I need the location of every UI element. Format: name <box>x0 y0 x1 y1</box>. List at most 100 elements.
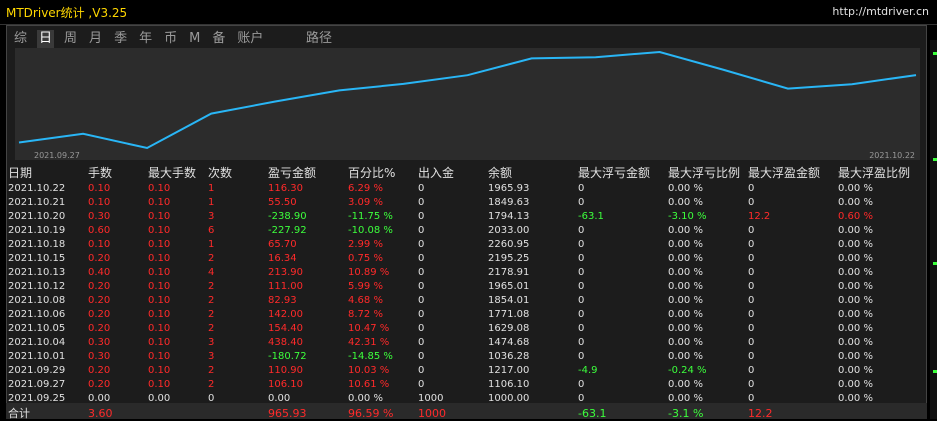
table-cell: 0.20 <box>88 307 148 321</box>
table-row[interactable]: 2021.10.050.200.102154.4010.47 %01629.08… <box>8 321 918 335</box>
table-cell: 0 <box>578 335 668 349</box>
table-cell: 0 <box>418 335 488 349</box>
table-cell: 1000.00 <box>488 391 578 405</box>
table-row[interactable]: 2021.10.040.300.103438.4042.31 %01474.68… <box>8 335 918 349</box>
table-row[interactable]: 2021.10.010.300.103-180.72-14.85 %01036.… <box>8 349 918 363</box>
table-cell: 0.10 <box>148 307 208 321</box>
table-cell: 0 <box>418 377 488 391</box>
table-cell: 3.09 % <box>348 195 418 209</box>
table-row[interactable]: 2021.10.190.600.106-227.92-10.08 %02033.… <box>8 223 918 237</box>
table-cell: 1629.08 <box>488 321 578 335</box>
table-cell: 0 <box>748 293 838 307</box>
table-cell: 116.30 <box>268 181 348 195</box>
table-cell: 0.10 <box>88 237 148 251</box>
table-cell: 10.03 % <box>348 363 418 377</box>
table-row[interactable]: 2021.10.150.200.10216.340.75 %02195.2500… <box>8 251 918 265</box>
table-row[interactable]: 2021.09.290.200.102110.9010.03 %01217.00… <box>8 363 918 377</box>
tab-3[interactable]: 月 <box>87 30 104 48</box>
table-cell: 111.00 <box>268 279 348 293</box>
tab-9[interactable]: 账户 <box>235 30 265 48</box>
table-cell: 2021.10.15 <box>8 251 88 265</box>
col-header-5[interactable]: 百分比% <box>348 164 418 181</box>
table-row[interactable]: 2021.10.200.300.103-238.90-11.75 %01794.… <box>8 209 918 223</box>
website-link[interactable]: http://mtdriver.cn <box>832 5 929 18</box>
table-cell: 0.00 % <box>668 349 748 363</box>
table-cell: 0.20 <box>88 363 148 377</box>
tab-0[interactable]: 综 <box>12 30 29 48</box>
col-header-4[interactable]: 盈亏金额 <box>268 164 348 181</box>
table-row[interactable]: 2021.09.250.000.0000.000.00 %10001000.00… <box>8 391 918 405</box>
table-cell: 0 <box>578 391 668 405</box>
table-cell: 0.00 <box>148 391 208 405</box>
table-cell: 0.00 % <box>838 321 918 335</box>
tab-1[interactable]: 日 <box>37 30 54 48</box>
table-cell: 2 <box>208 251 268 265</box>
table-row[interactable]: 2021.10.180.100.10165.702.99 %02260.9500… <box>8 237 918 251</box>
table-cell: 42.31 % <box>348 335 418 349</box>
table-cell: 1965.93 <box>488 181 578 195</box>
col-header-11[interactable]: 最大浮盈比例 <box>838 164 918 181</box>
table-cell: 0.00 % <box>838 335 918 349</box>
table-cell: 0 <box>418 321 488 335</box>
table-cell: 0.10 <box>148 279 208 293</box>
tab-2[interactable]: 周 <box>62 30 79 48</box>
col-header-10[interactable]: 最大浮盈金额 <box>748 164 838 181</box>
table-row[interactable]: 2021.09.270.200.102106.1010.61 %01106.10… <box>8 377 918 391</box>
table-cell: 0.10 <box>148 349 208 363</box>
table-cell: 0.10 <box>148 195 208 209</box>
table-row[interactable]: 2021.10.130.400.104213.9010.89 %02178.91… <box>8 265 918 279</box>
tab-8[interactable]: 备 <box>210 30 227 48</box>
col-header-0[interactable]: 日期 <box>8 164 88 181</box>
table-cell: 0.00 % <box>838 377 918 391</box>
table-cell: 10.47 % <box>348 321 418 335</box>
table-cell: 0.00 <box>88 391 148 405</box>
table-cell: 5.99 % <box>348 279 418 293</box>
col-header-3[interactable]: 次数 <box>208 164 268 181</box>
table-cell: 0 <box>578 307 668 321</box>
col-header-2[interactable]: 最大手数 <box>148 164 208 181</box>
tab-6[interactable]: 币 <box>162 30 179 48</box>
col-header-1[interactable]: 手数 <box>88 164 148 181</box>
table-cell: 0 <box>748 321 838 335</box>
table-cell: 0.10 <box>148 181 208 195</box>
table-cell: 0 <box>748 391 838 405</box>
table-cell: 154.40 <box>268 321 348 335</box>
col-header-6[interactable]: 出入金 <box>418 164 488 181</box>
balance-line-chart <box>15 48 920 160</box>
tab-path[interactable]: 路径 <box>306 30 332 48</box>
table-cell: 0 <box>578 181 668 195</box>
table-cell: 2021.09.27 <box>8 377 88 391</box>
table-cell: 0 <box>418 237 488 251</box>
table-cell: 0.10 <box>148 363 208 377</box>
table-cell: 1794.13 <box>488 209 578 223</box>
table-row[interactable]: 2021.10.080.200.10282.934.68 %01854.0100… <box>8 293 918 307</box>
col-header-7[interactable]: 余额 <box>488 164 578 181</box>
table-cell: 65.70 <box>268 237 348 251</box>
table-cell: 0.10 <box>148 265 208 279</box>
col-header-9[interactable]: 最大浮亏比例 <box>668 164 748 181</box>
table-cell: 2021.10.20 <box>8 209 88 223</box>
table-cell: 0 <box>418 363 488 377</box>
table-row[interactable]: 2021.10.220.100.101116.306.29 %01965.930… <box>8 181 918 195</box>
col-header-8[interactable]: 最大浮亏金额 <box>578 164 668 181</box>
table-cell: 3 <box>208 335 268 349</box>
tab-5[interactable]: 年 <box>137 30 154 48</box>
table-cell: 1474.68 <box>488 335 578 349</box>
table-cell: -238.90 <box>268 209 348 223</box>
tab-7[interactable]: M <box>187 30 202 48</box>
table-row[interactable]: 2021.10.120.200.102111.005.99 %01965.010… <box>8 279 918 293</box>
table-cell: 3 <box>208 349 268 363</box>
table-cell: 2021.10.22 <box>8 181 88 195</box>
chart-start-date: 2021.09.27 <box>34 151 80 160</box>
table-row[interactable]: 2021.10.060.200.102142.008.72 %01771.080… <box>8 307 918 321</box>
table-row[interactable]: 2021.10.210.100.10155.503.09 %01849.6300… <box>8 195 918 209</box>
table-cell: 3 <box>208 209 268 223</box>
balance-line <box>19 52 916 148</box>
tab-4[interactable]: 季 <box>112 30 129 48</box>
table-cell: 0.00 <box>268 391 348 405</box>
table-cell: 0.00 % <box>838 363 918 377</box>
table-cell: 0.10 <box>148 209 208 223</box>
balance-chart <box>15 48 920 160</box>
table-cell: 0 <box>748 377 838 391</box>
table-cell: 2021.10.04 <box>8 335 88 349</box>
